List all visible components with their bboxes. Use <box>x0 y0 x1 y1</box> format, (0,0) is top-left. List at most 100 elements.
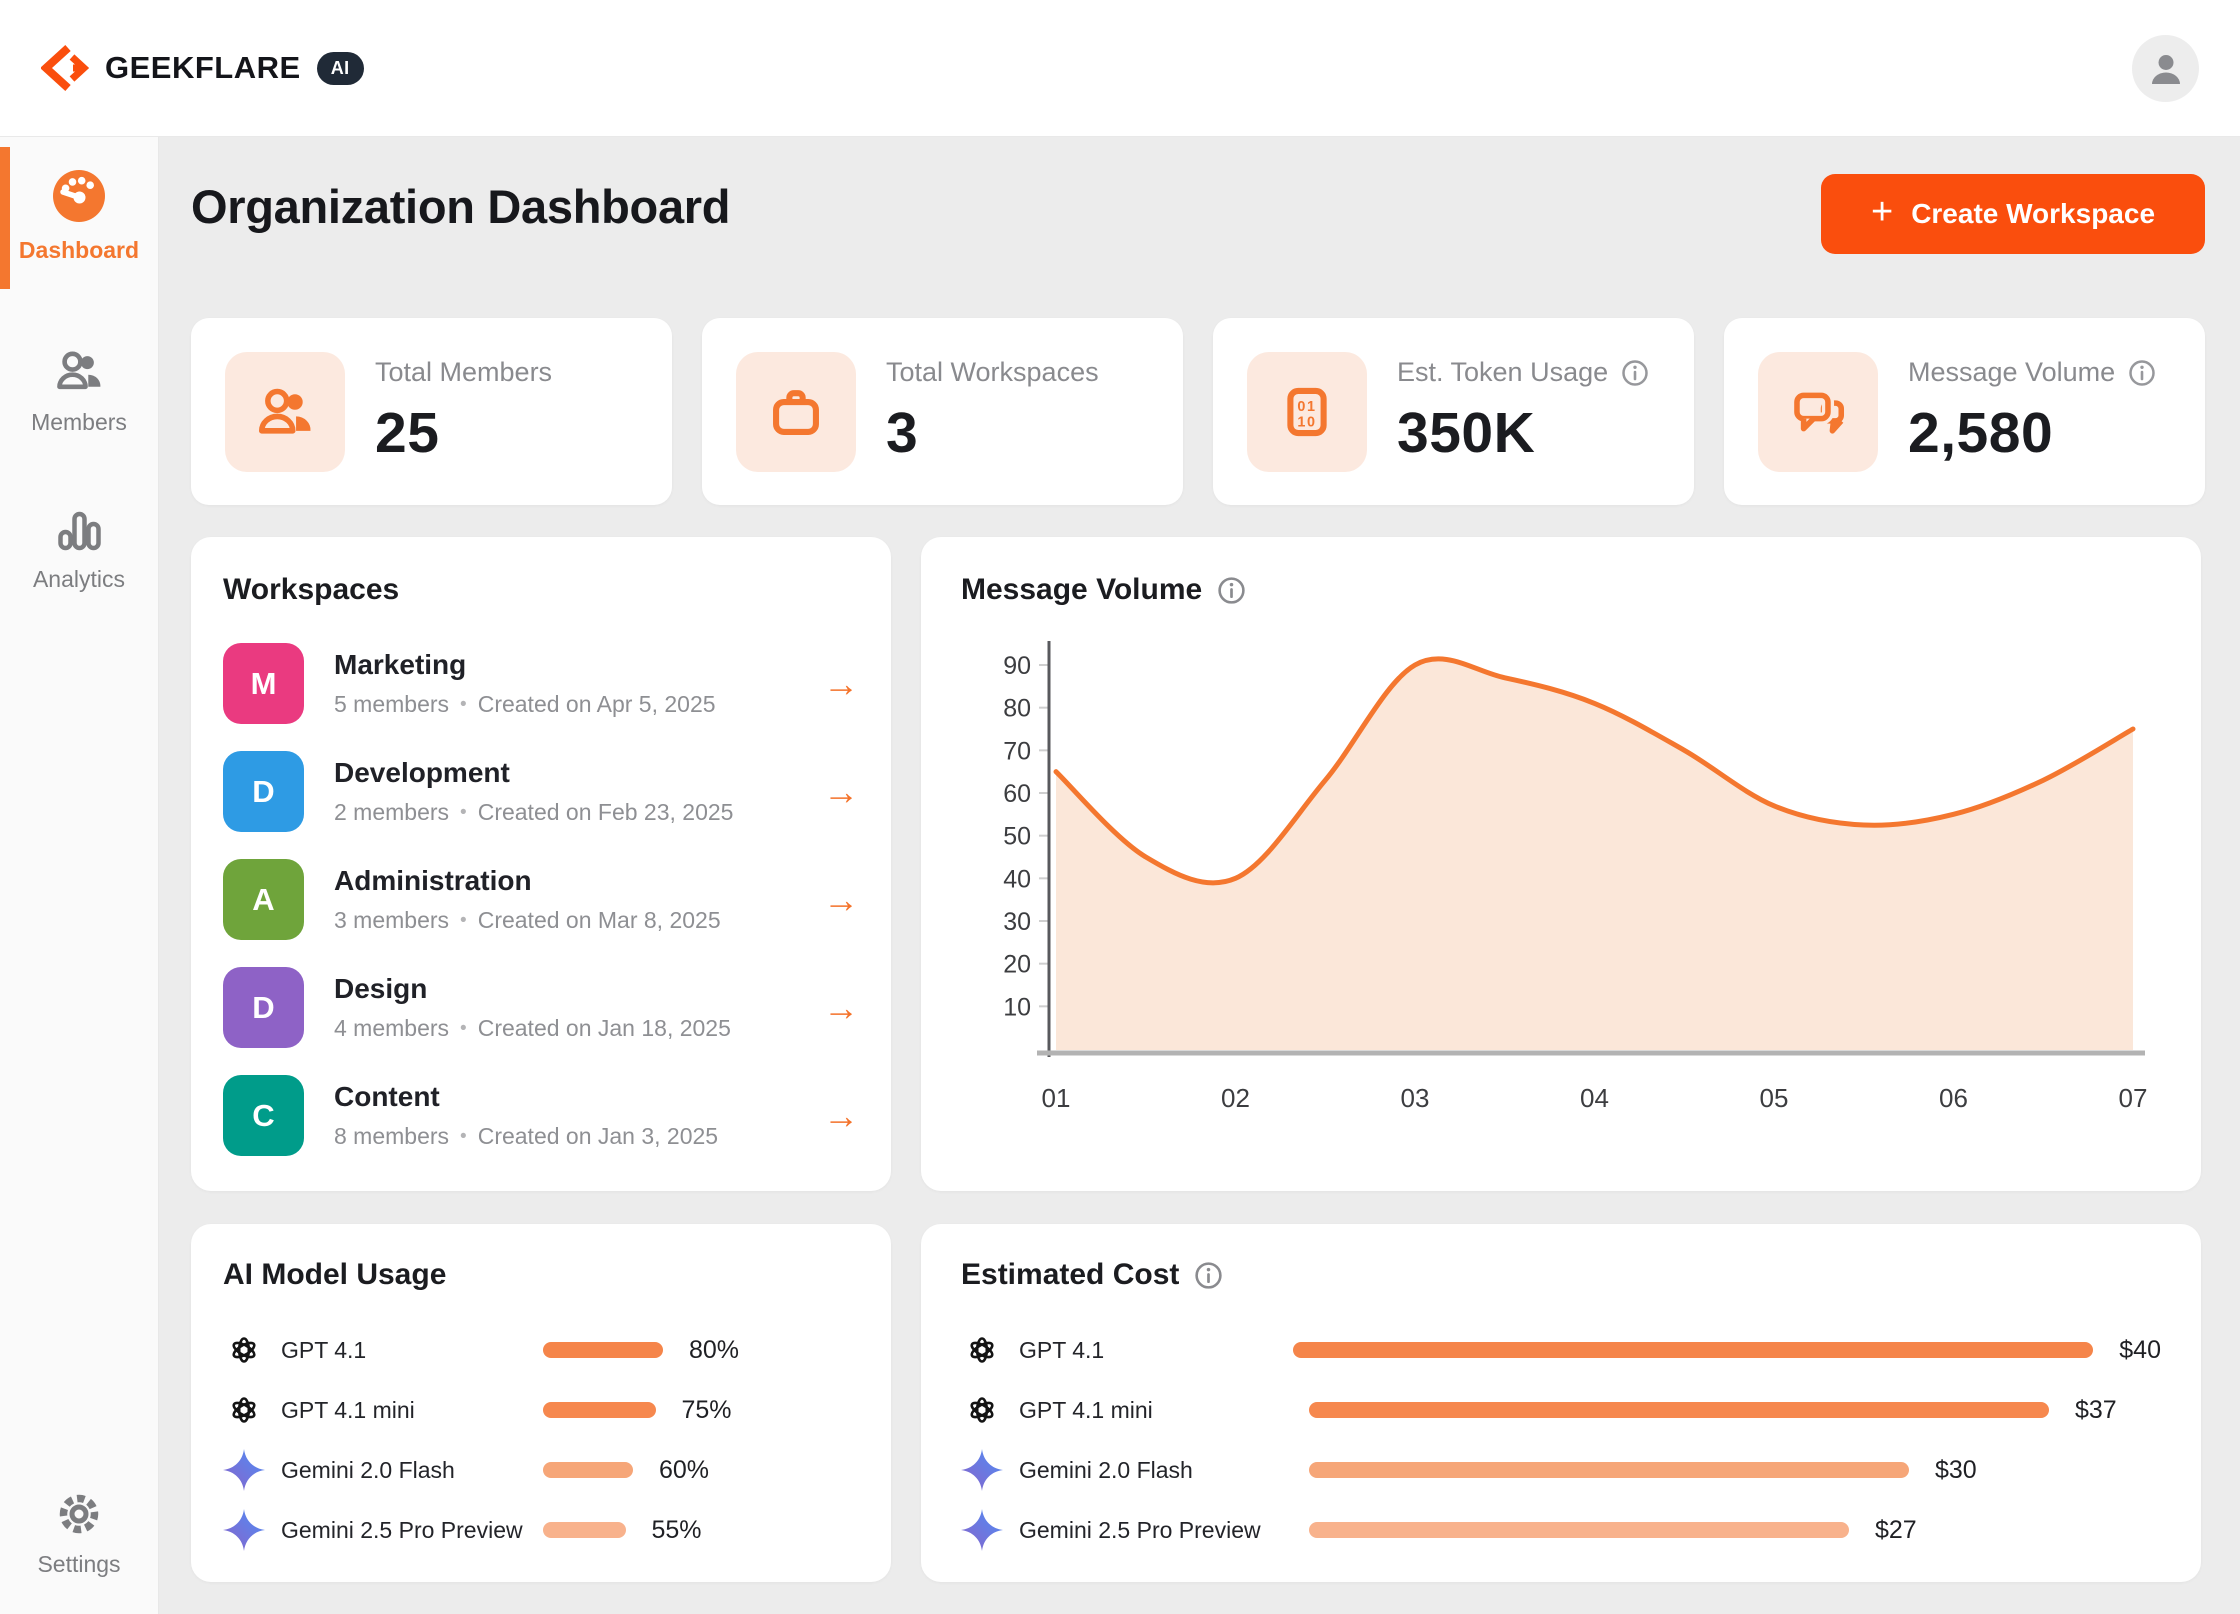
workspace-row-development[interactable]: D Development 2 members•Created on Feb 2… <box>223 751 859 832</box>
info-icon[interactable] <box>1620 358 1650 388</box>
svg-text:40: 40 <box>1003 865 1031 893</box>
workspace-row-design[interactable]: D Design 4 members•Created on Jan 18, 20… <box>223 967 859 1048</box>
openai-icon <box>223 1329 265 1371</box>
cost-bar <box>1309 1462 1909 1478</box>
arrow-right-icon[interactable]: → <box>823 1098 859 1134</box>
usage-bar <box>543 1402 656 1418</box>
stat-card-total-workspaces: Total Workspaces 3 <box>702 318 1183 505</box>
workspace-meta: 3 members•Created on Mar 8, 2025 <box>334 907 721 934</box>
create-workspace-button[interactable]: + Create Workspace <box>1821 174 2205 254</box>
openai-icon <box>961 1389 1003 1431</box>
cost-row-gpt-4-1-mini: GPT 4.1 mini $37 <box>961 1380 2161 1440</box>
workspaces-panel: Workspaces M Marketing 5 members•Created… <box>191 537 891 1191</box>
settings-gear-icon <box>54 1489 104 1539</box>
workspace-meta: 8 members•Created on Jan 3, 2025 <box>334 1123 718 1150</box>
workspace-meta: 5 members•Created on Apr 5, 2025 <box>334 691 716 718</box>
workspace-avatar: D <box>223 967 304 1048</box>
arrow-right-icon[interactable]: → <box>823 990 859 1026</box>
svg-text:50: 50 <box>1003 823 1031 851</box>
briefcase-icon <box>736 352 856 472</box>
stat-label: Est. Token Usage <box>1397 357 1608 388</box>
ai-badge: AI <box>317 52 364 85</box>
model-name: GPT 4.1 <box>281 1337 543 1364</box>
arrow-right-icon[interactable]: → <box>823 666 859 702</box>
stat-card-total-members: Total Members 25 <box>191 318 672 505</box>
cost-row-gemini-2-0-flash: Gemini 2.0 Flash $30 <box>961 1440 2161 1500</box>
svg-text:01: 01 <box>1042 1083 1071 1113</box>
cost-value: $27 <box>1875 1516 1917 1545</box>
brand-name: GEEKFLARE <box>105 50 301 86</box>
main-content: Organization Dashboard + Create Workspac… <box>159 137 2240 1614</box>
sidebar-item-members[interactable]: Members <box>0 345 158 436</box>
usage-percent: 80% <box>689 1336 739 1365</box>
usage-list: GPT 4.1 80% GPT 4.1 mini 75% <box>223 1320 859 1560</box>
info-icon[interactable] <box>1193 1260 1224 1291</box>
svg-text:03: 03 <box>1401 1083 1430 1113</box>
brand-logo[interactable]: GEEKFLARE AI <box>41 44 364 92</box>
stat-label: Message Volume <box>1908 357 2115 388</box>
plus-icon: + <box>1871 191 1893 234</box>
sidebar-item-analytics[interactable]: Analytics <box>0 504 158 593</box>
usage-row-gpt-4-1: GPT 4.1 80% <box>223 1320 859 1380</box>
cost-row-gemini-2-5-pro-preview: Gemini 2.5 Pro Preview $27 <box>961 1500 2161 1560</box>
workspace-list: M Marketing 5 members•Created on Apr 5, … <box>223 643 859 1156</box>
sidebar-item-settings[interactable]: Settings <box>0 1489 158 1578</box>
stat-value: 350K <box>1397 400 1650 466</box>
svg-text:70: 70 <box>1003 737 1031 765</box>
message-volume-panel: Message Volume 1020304050607080900102030… <box>921 537 2201 1191</box>
workspace-meta: 2 members•Created on Feb 23, 2025 <box>334 799 733 826</box>
message-volume-chart: 10203040506070809001020304050607 <box>961 629 2161 1129</box>
sidebar-item-label: Settings <box>37 1551 120 1578</box>
ai-model-usage-title: AI Model Usage <box>223 1258 859 1292</box>
ai-model-usage-panel: AI Model Usage GPT 4.1 80% <box>191 1224 891 1582</box>
workspace-name: Marketing <box>334 649 716 681</box>
sidebar-item-label: Analytics <box>33 566 125 593</box>
usage-bar <box>543 1522 626 1538</box>
cost-bar <box>1309 1522 1849 1538</box>
arrow-right-icon[interactable]: → <box>823 882 859 918</box>
stat-value: 25 <box>375 400 552 466</box>
cost-value: $30 <box>1935 1456 1977 1485</box>
analytics-icon <box>54 504 104 554</box>
arrow-right-icon[interactable]: → <box>823 774 859 810</box>
messages-icon <box>1758 352 1878 472</box>
svg-text:60: 60 <box>1003 780 1031 808</box>
workspace-row-administration[interactable]: A Administration 3 members•Created on Ma… <box>223 859 859 940</box>
workspace-row-content[interactable]: C Content 8 members•Created on Jan 3, 20… <box>223 1075 859 1156</box>
svg-text:10: 10 <box>1003 993 1031 1021</box>
svg-text:90: 90 <box>1003 652 1031 680</box>
model-name: GPT 4.1 mini <box>1019 1397 1309 1424</box>
stat-label: Total Members <box>375 357 552 388</box>
app-header: GEEKFLARE AI <box>0 0 2240 137</box>
svg-text:80: 80 <box>1003 695 1031 723</box>
workspace-avatar: D <box>223 751 304 832</box>
dashboard-gauge-icon <box>50 167 108 225</box>
sidebar: Dashboard Members Analytics <box>0 137 159 1614</box>
usage-row-gemini-2-5-pro-preview: Gemini 2.5 Pro Preview 55% <box>223 1500 859 1560</box>
model-name: GPT 4.1 mini <box>281 1397 543 1424</box>
svg-text:06: 06 <box>1939 1083 1968 1113</box>
model-name: Gemini 2.0 Flash <box>1019 1457 1309 1484</box>
usage-percent: 55% <box>652 1516 702 1545</box>
sidebar-item-dashboard[interactable]: Dashboard <box>0 167 158 264</box>
svg-text:10: 10 <box>1297 414 1316 430</box>
workspaces-title: Workspaces <box>223 573 859 607</box>
stats-row: Total Members 25 Total Workspaces 3 01 <box>191 318 2205 505</box>
info-icon[interactable] <box>2127 358 2157 388</box>
svg-text:20: 20 <box>1003 951 1031 979</box>
workspace-meta: 4 members•Created on Jan 18, 2025 <box>334 1015 731 1042</box>
model-name: Gemini 2.5 Pro Preview <box>1019 1517 1309 1544</box>
message-volume-title: Message Volume <box>961 573 1202 607</box>
stat-label: Total Workspaces <box>886 357 1099 388</box>
workspace-name: Content <box>334 1081 718 1113</box>
sidebar-item-label: Dashboard <box>19 237 139 264</box>
workspace-row-marketing[interactable]: M Marketing 5 members•Created on Apr 5, … <box>223 643 859 724</box>
cost-bar <box>1309 1402 2049 1418</box>
openai-icon <box>223 1389 265 1431</box>
info-icon[interactable] <box>1216 575 1247 606</box>
openai-icon <box>961 1329 1003 1371</box>
usage-row-gemini-2-0-flash: Gemini 2.0 Flash 60% <box>223 1440 859 1500</box>
user-avatar[interactable] <box>2132 35 2199 102</box>
workspace-avatar: A <box>223 859 304 940</box>
cost-list: GPT 4.1 $40 GPT 4.1 mini $37 <box>961 1320 2161 1560</box>
